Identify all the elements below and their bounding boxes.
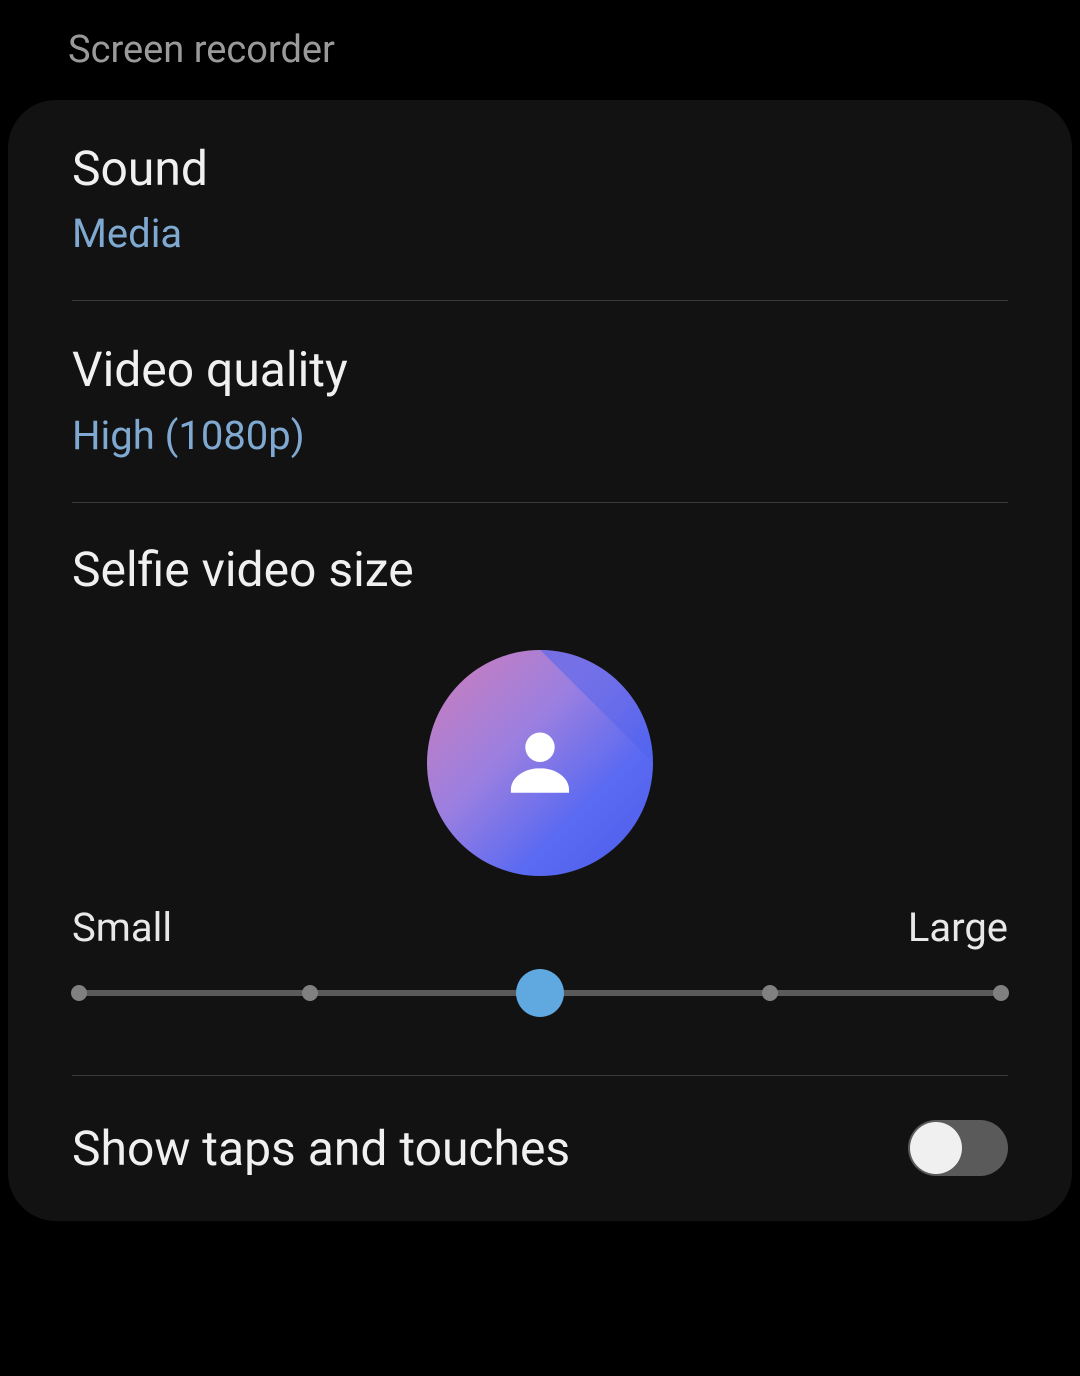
- selfie-size-label: Selfie video size: [72, 541, 1008, 598]
- avatar-circle: [427, 650, 653, 876]
- sound-label: Sound: [72, 138, 1008, 200]
- page-title: Screen recorder: [0, 0, 1080, 100]
- slider-tick: [302, 985, 318, 1001]
- video-quality-label: Video quality: [72, 339, 1008, 401]
- selfie-size-section: Selfie video size Small Large: [8, 503, 1072, 1075]
- slider-thumb[interactable]: [516, 969, 564, 1017]
- video-quality-value: High (1080p): [72, 410, 1008, 462]
- slider-tick: [762, 985, 778, 1001]
- slider-min-label: Small: [72, 904, 172, 951]
- show-taps-row[interactable]: Show taps and touches: [8, 1076, 1072, 1221]
- slider-labels: Small Large: [72, 904, 1008, 951]
- settings-panel: Sound Media Video quality High (1080p) S…: [8, 100, 1072, 1221]
- selfie-size-slider[interactable]: [72, 971, 1008, 1015]
- sound-value: Media: [72, 208, 1008, 260]
- slider-tick: [71, 985, 87, 1001]
- slider-tick: [993, 985, 1009, 1001]
- selfie-preview: [72, 650, 1008, 876]
- person-icon: [498, 717, 582, 809]
- show-taps-label: Show taps and touches: [72, 1120, 570, 1177]
- sound-setting-row[interactable]: Sound Media: [8, 100, 1072, 300]
- show-taps-toggle[interactable]: [908, 1120, 1008, 1176]
- video-quality-setting-row[interactable]: Video quality High (1080p): [8, 301, 1072, 501]
- slider-max-label: Large: [908, 904, 1008, 951]
- toggle-knob: [910, 1122, 962, 1174]
